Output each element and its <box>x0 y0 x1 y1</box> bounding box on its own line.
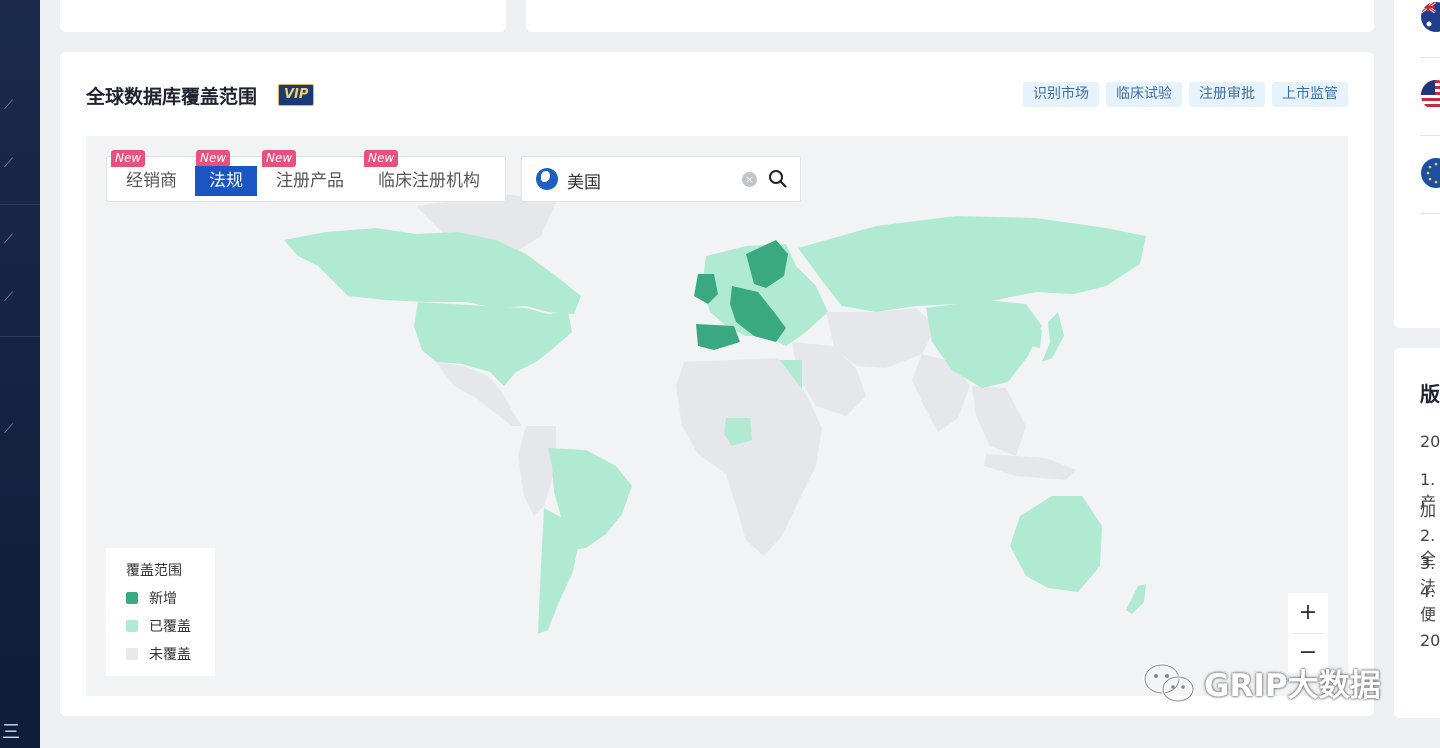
legend-title: 覆盖范围 <box>126 563 182 579</box>
chevron-icon[interactable]: ⟋ <box>4 156 13 171</box>
legend-item-new: 新增 <box>126 588 177 608</box>
chevron-icon[interactable]: ⟋ <box>4 290 13 305</box>
flag-divider <box>1420 135 1440 136</box>
tab-clinical-institutions[interactable]: 临床注册机构 <box>378 166 480 196</box>
sidebar-divider <box>0 204 40 205</box>
coverage-legend: 覆盖范围 新增 已覆盖 未覆盖 <box>106 548 215 676</box>
tab-regulations[interactable]: 法规 <box>195 166 257 196</box>
left-sidebar: ⟋ ⟋ ⟋ ⟋ ⟋ 三 <box>0 0 40 748</box>
sidebar-divider <box>0 336 40 337</box>
search-input[interactable]: 美国 <box>567 168 601 193</box>
legend-label: 已覆盖 <box>149 619 191 635</box>
section-title: 全球数据库覆盖范围 <box>86 86 258 108</box>
top-right-card <box>526 0 1374 32</box>
feature-tags: 识别市场 临床试验 注册审批 上市监管 <box>1023 82 1348 107</box>
wechat-icon <box>1143 663 1195 702</box>
region-indonesia <box>984 454 1076 480</box>
region-africa <box>676 358 822 556</box>
new-badge: New <box>196 150 231 167</box>
region-australia <box>1010 496 1102 592</box>
region-new-zealand <box>1126 584 1146 614</box>
region-usa <box>414 302 572 386</box>
new-badge: New <box>111 150 146 167</box>
region-se-asia <box>972 386 1026 456</box>
legend-item-uncovered: 未覆盖 <box>126 644 191 664</box>
world-map[interactable]: New New New New 经销商 法规 注册产品 临床注册机构 美国 × … <box>86 136 1348 696</box>
legend-swatch <box>126 592 138 604</box>
watermark: GRIP大数据 <box>1142 660 1381 705</box>
tag-registration-approval[interactable]: 注册审批 <box>1189 82 1265 107</box>
zoom-in-button[interactable]: + <box>1288 593 1328 633</box>
tag-identify-market[interactable]: 识别市场 <box>1023 82 1099 107</box>
region-canada <box>284 228 581 314</box>
legend-label: 未覆盖 <box>149 647 191 663</box>
globe-icon <box>536 168 558 190</box>
chevron-icon[interactable]: ⟋ <box>4 232 13 247</box>
flag-divider <box>1420 57 1440 58</box>
version-line: 4.便 <box>1420 582 1437 624</box>
world-map-svg[interactable] <box>86 136 1348 696</box>
version-line: 加 <box>1420 501 1437 520</box>
legend-swatch <box>126 620 138 632</box>
top-left-card <box>60 0 506 32</box>
region-japan <box>1042 312 1064 362</box>
country-search[interactable]: 美国 × <box>521 156 801 202</box>
region-russia <box>798 216 1146 312</box>
legend-swatch <box>126 648 138 660</box>
watermark-text: GRIP大数据 <box>1204 668 1381 704</box>
legend-label: 新增 <box>149 591 177 607</box>
clear-icon[interactable]: × <box>742 172 757 187</box>
legend-item-covered: 已覆盖 <box>126 616 191 636</box>
coverage-card: 全球数据库覆盖范围 VIP 识别市场 临床试验 注册审批 上市监管 New Ne… <box>60 52 1374 716</box>
menu-icon[interactable]: 三 <box>2 718 20 744</box>
version-line: 20 <box>1420 631 1440 650</box>
chevron-icon[interactable]: ⟋ <box>4 98 13 113</box>
region-spain-new <box>696 324 740 350</box>
vip-badge: VIP <box>278 84 315 106</box>
flag-divider <box>1420 213 1440 214</box>
tab-registered-products[interactable]: 注册产品 <box>276 166 344 196</box>
data-type-tabs: New New New New 经销商 法规 注册产品 临床注册机构 <box>106 150 506 202</box>
tab-distributor[interactable]: 经销商 <box>126 166 177 196</box>
search-icon[interactable] <box>767 168 789 190</box>
version-heading: 版 <box>1420 382 1440 406</box>
tag-clinical-trials[interactable]: 临床试验 <box>1106 82 1182 107</box>
new-badge: New <box>262 150 297 167</box>
tag-post-market[interactable]: 上市监管 <box>1272 82 1348 107</box>
region-colombia-peru <box>518 426 556 516</box>
version-line: 20 <box>1420 432 1440 451</box>
new-badge: New <box>364 150 399 167</box>
chevron-icon[interactable]: ⟋ <box>4 422 13 437</box>
